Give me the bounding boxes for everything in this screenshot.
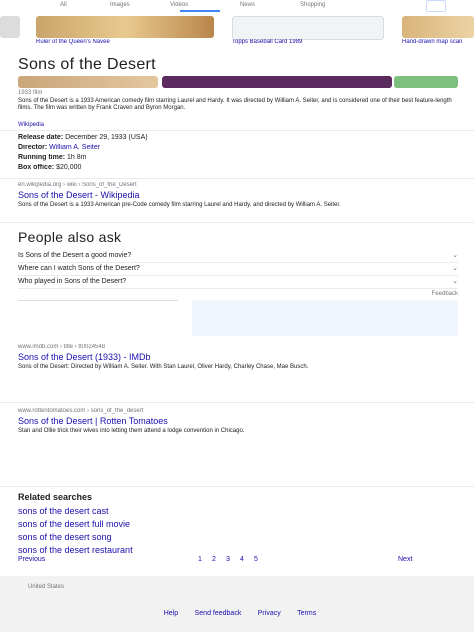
fact-label: Director: — [18, 144, 48, 151]
image-thumb-4[interactable] — [402, 16, 474, 38]
paa-list: Is Sons of the Desert a good movie? ⌄ Wh… — [18, 250, 458, 298]
tab-news[interactable]: News — [240, 2, 255, 9]
result-snippet: Stan and Ollie trick their wives into le… — [18, 428, 245, 434]
fact-value: December 29, 1933 (USA) — [65, 134, 148, 141]
previous-page-link[interactable]: Previous — [18, 556, 45, 564]
entity-thumb-2[interactable] — [162, 76, 392, 88]
search-result: www.imdb.com › title › tt0024548 Sons of… — [18, 344, 458, 371]
entity-facts: Release date: December 29, 1933 (USA) Di… — [18, 134, 458, 172]
settings-gear-icon[interactable] — [426, 0, 446, 12]
image-caption-2[interactable]: Topps Baseball Card 1989 — [232, 39, 382, 46]
fact-value[interactable]: William A. Seiter — [49, 144, 100, 151]
tab-shopping[interactable]: Shopping — [300, 2, 325, 9]
footer-location: United States — [28, 584, 65, 590]
chevron-down-icon: ⌄ — [452, 278, 458, 285]
result-title-link[interactable]: Sons of the Desert - Wikipedia — [18, 190, 458, 200]
related-search-link[interactable]: sons of the desert cast — [18, 506, 458, 516]
footer-link-privacy[interactable]: Privacy — [258, 610, 281, 617]
entity-title: Sons of the Desert — [18, 56, 156, 73]
fact-row: Director: William A. Seiter — [18, 144, 458, 152]
footer: United States Help Send feedback Privacy… — [0, 576, 474, 632]
table-column-right — [192, 300, 458, 336]
fact-row: Box office: $20,000 — [18, 164, 458, 172]
related-search-link[interactable]: sons of the desert full movie — [18, 519, 458, 529]
result-url[interactable]: www.imdb.com › title › tt0024548 — [18, 344, 458, 351]
fact-label: Running time: — [18, 154, 66, 161]
footer-links: Help Send feedback Privacy Terms — [60, 602, 420, 620]
chevron-down-icon: ⌄ — [452, 252, 458, 259]
related-list: sons of the desert cast sons of the dese… — [18, 506, 458, 555]
result-snippet: Sons of the Desert is a 1933 American pr… — [18, 202, 341, 208]
active-tab-underline — [180, 10, 220, 12]
related-heading: Related searches — [18, 492, 93, 502]
image-thumb-1[interactable] — [0, 16, 20, 38]
result-snippet: Sons of the Desert: Directed by William … — [18, 364, 309, 370]
entity-thumbs — [18, 76, 458, 88]
pagination: Previous 1 2 3 4 5 Next — [18, 556, 458, 568]
search-result: www.rottentomatoes.com › sons_of_the_des… — [18, 408, 458, 435]
image-thumb-3[interactable] — [232, 16, 384, 40]
paa-heading: People also ask — [18, 229, 122, 245]
paa-question[interactable]: Is Sons of the Desert a good movie? ⌄ — [18, 250, 458, 263]
fact-value: $20,000 — [56, 164, 82, 171]
chevron-down-icon: ⌄ — [452, 265, 458, 272]
entity-description: Sons of the Desert is a 1933 American co… — [18, 98, 452, 111]
paa-question-text: Where can I watch Sons of the Desert? — [18, 265, 140, 272]
paa-question-text: Is Sons of the Desert a good movie? — [18, 252, 132, 259]
entity-subtitle: 1933 film — [18, 90, 43, 96]
footer-link-feedback[interactable]: Send feedback — [195, 610, 242, 617]
result-title-link[interactable]: Sons of the Desert (1933) - IMDb — [18, 352, 458, 362]
table-column-left — [18, 300, 178, 337]
result-url[interactable]: www.rottentomatoes.com › sons_of_the_des… — [18, 408, 458, 415]
fact-row: Release date: December 29, 1933 (USA) — [18, 134, 458, 142]
header-tabs: All Images Videos News Shopping — [0, 0, 474, 14]
result-title-link[interactable]: Sons of the Desert | Rotten Tomatoes — [18, 416, 458, 426]
page-link[interactable]: 5 — [254, 556, 258, 564]
page-link[interactable]: 3 — [226, 556, 230, 564]
paa-feedback-link[interactable]: Feedback — [18, 291, 458, 298]
image-thumb-2[interactable] — [36, 16, 214, 38]
fact-value: 1h 8m — [67, 154, 87, 161]
divider — [0, 486, 474, 487]
comparison-block — [18, 300, 458, 336]
paa-question[interactable]: Where can I watch Sons of the Desert? ⌄ — [18, 263, 458, 276]
related-search-link[interactable]: sons of the desert restaurant — [18, 545, 458, 555]
entity-source-link[interactable]: Wikipedia — [18, 122, 44, 129]
page-link[interactable]: 1 — [198, 556, 202, 564]
tab-images[interactable]: Images — [110, 2, 130, 9]
entity-thumb-3[interactable] — [394, 76, 458, 88]
image-caption-1[interactable]: Ruler of the Queen's Navee — [36, 39, 214, 46]
related-search-link[interactable]: sons of the desert song — [18, 532, 458, 542]
entity-thumb-1[interactable] — [18, 76, 158, 88]
image-caption-3[interactable]: Hand-drawn map scan — [402, 39, 474, 46]
footer-link-help[interactable]: Help — [164, 610, 178, 617]
tab-videos[interactable]: Videos — [170, 2, 188, 9]
next-page-link[interactable]: Next — [398, 556, 412, 564]
paa-question-text: Who played in Sons of the Desert? — [18, 278, 127, 285]
divider — [0, 130, 474, 131]
divider — [0, 222, 474, 223]
page-link[interactable]: 2 — [212, 556, 216, 564]
fact-row: Running time: 1h 8m — [18, 154, 458, 162]
tab-all[interactable]: All — [60, 2, 67, 9]
divider — [0, 178, 474, 179]
result-url[interactable]: en.wikipedia.org › wiki › Sons_of_the_De… — [18, 182, 458, 189]
footer-link-terms[interactable]: Terms — [297, 610, 316, 617]
page-link[interactable]: 4 — [240, 556, 244, 564]
fact-label: Box office: — [18, 164, 55, 171]
search-result: en.wikipedia.org › wiki › Sons_of_the_De… — [18, 182, 458, 209]
divider — [0, 402, 474, 403]
fact-label: Release date: — [18, 134, 64, 141]
paa-question[interactable]: Who played in Sons of the Desert? ⌄ — [18, 276, 458, 289]
